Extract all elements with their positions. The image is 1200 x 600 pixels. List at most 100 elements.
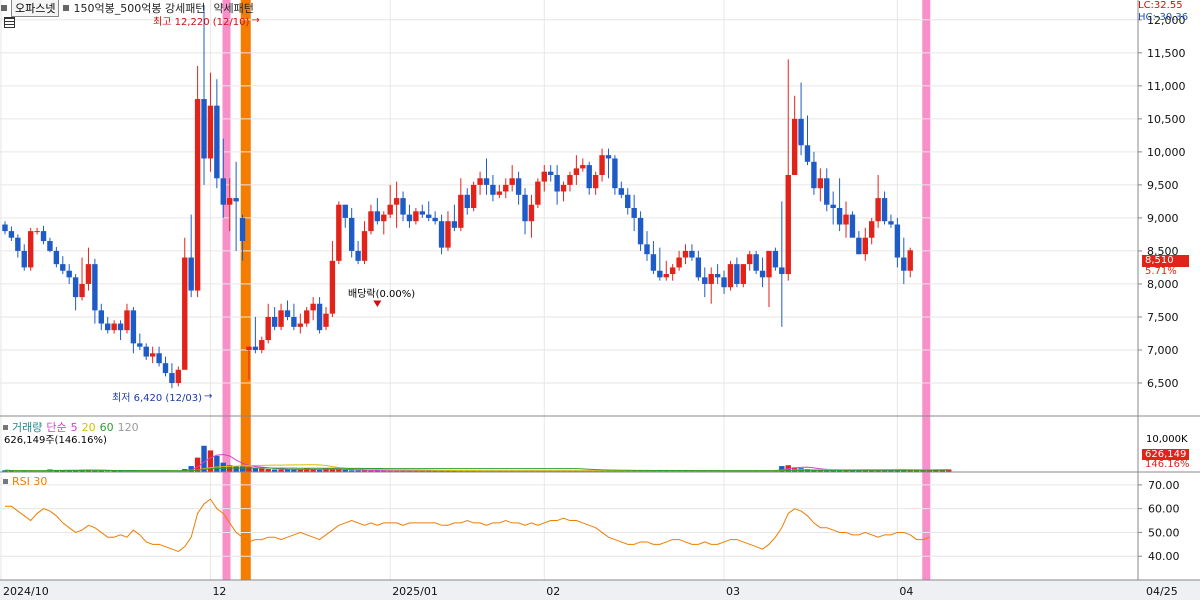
candle-body-136 — [875, 198, 881, 222]
candle-body-71 — [458, 194, 464, 228]
hc-value: HC:-30.36 — [1138, 12, 1189, 23]
candle-body-9 — [60, 264, 66, 271]
volume-bar-33 — [214, 455, 220, 472]
price-tick-label: 10,000 — [1147, 146, 1186, 159]
price-tick-label: 11,500 — [1147, 47, 1186, 60]
arrow-right-icon: → — [251, 15, 260, 26]
candle-body-76 — [490, 184, 496, 195]
candle-body-140 — [901, 257, 907, 271]
candle-body-84 — [541, 171, 547, 182]
price-tick-label: 11,000 — [1147, 80, 1186, 93]
candle-body-3 — [21, 250, 27, 268]
candle-body-132 — [849, 214, 856, 238]
candle-body-74 — [477, 178, 483, 185]
x-tick-label: 12 — [212, 585, 226, 598]
candle-body-0 — [2, 224, 8, 232]
price-tick-label: 9,500 — [1147, 179, 1179, 192]
grid-toggle-icon[interactable] — [4, 17, 15, 28]
candle-body-56 — [361, 231, 368, 261]
candle-body-123 — [791, 118, 798, 175]
candle-body-124 — [798, 118, 804, 146]
candle-body-127 — [817, 178, 824, 189]
candle-body-72 — [464, 194, 470, 208]
candle-body-49 — [316, 303, 323, 331]
candle-body-100 — [644, 244, 650, 255]
candle-body-8 — [53, 250, 60, 265]
price-tick-label: 7,500 — [1147, 311, 1179, 324]
stock-chart[interactable]: 6,5007,0007,5008,0008,5009,0009,50010,00… — [0, 0, 1200, 600]
candle-body-141 — [907, 250, 913, 271]
candle-body-117 — [753, 254, 759, 271]
candle-body-113 — [727, 264, 734, 288]
candle-body-89 — [573, 168, 580, 175]
candle-body-107 — [689, 250, 695, 258]
candle-body-1 — [8, 231, 15, 238]
candle-body-64 — [413, 211, 419, 222]
price-tick-label: 6,500 — [1147, 377, 1179, 390]
lc-value: LC:32.55 — [1138, 0, 1183, 11]
candle-body-52 — [336, 204, 342, 261]
stock-name-tab[interactable]: 오파스넷 — [11, 0, 60, 17]
candle-body-62 — [400, 198, 406, 215]
candle-body-24 — [156, 353, 162, 364]
candle-body-139 — [894, 224, 901, 258]
candle-body-70 — [451, 221, 458, 228]
candle-body-18 — [117, 323, 124, 331]
volume-bar-40 — [259, 468, 265, 472]
candle-body-63 — [406, 214, 413, 222]
candle-body-110 — [708, 274, 714, 284]
candle-body-42 — [271, 316, 278, 327]
volume-axis-label: 10,000K — [1146, 434, 1188, 445]
x-axis-background — [0, 580, 1200, 600]
dividend-annotation: 배당락(0.00%) — [348, 289, 416, 300]
candle-body-101 — [650, 254, 657, 271]
candle-body-26 — [169, 373, 175, 383]
candle-body-134 — [862, 237, 868, 255]
candle-body-77 — [496, 191, 503, 195]
candle-body-87 — [560, 184, 567, 192]
candle-body-15 — [98, 310, 104, 324]
candle-body-116 — [747, 254, 753, 265]
rsi-title[interactable]: RSI 30 — [12, 475, 47, 488]
candle-body-29 — [188, 257, 194, 291]
candle-body-99 — [637, 217, 644, 245]
candle-body-93 — [599, 155, 605, 175]
candle-body-120 — [772, 250, 779, 268]
candle-body-69 — [445, 221, 451, 248]
candle-body-98 — [631, 208, 637, 218]
candle-body-40 — [259, 340, 265, 350]
tab-indicator-icon-2 — [63, 5, 70, 11]
candle-body-133 — [856, 237, 862, 255]
highlight-band-1 — [240, 0, 251, 580]
candle-body-43 — [278, 310, 284, 327]
candle-body-121 — [779, 267, 785, 275]
candle-body-45 — [291, 316, 297, 327]
ma-period-120: 120 — [117, 420, 139, 434]
candle-body-137 — [881, 198, 888, 222]
candle-body-47 — [304, 310, 310, 324]
candle-body-78 — [503, 184, 509, 192]
candle-body-60 — [387, 204, 393, 215]
candle-body-4 — [27, 231, 34, 268]
x-tick-label: 2024/10 — [3, 585, 49, 598]
volume-bar-37 — [239, 466, 246, 472]
candle-body-25 — [162, 363, 169, 374]
candle-body-17 — [111, 323, 117, 331]
lc-hc-readout: LC:32.55 HC:-30.36 — [1138, 0, 1188, 24]
rsi-header: RSI 30 — [3, 475, 47, 488]
volume-bar-34 — [220, 462, 226, 472]
candle-body-5 — [34, 231, 40, 233]
rsi-tick-label: 70.00 — [1148, 479, 1180, 492]
candle-body-115 — [740, 264, 746, 284]
candle-body-39 — [252, 346, 259, 350]
x-tick-label: 03 — [726, 585, 740, 598]
x-tick-label: 04 — [899, 585, 913, 598]
candle-body-38 — [246, 346, 252, 350]
candle-body-20 — [130, 310, 137, 344]
candle-body-48 — [310, 303, 316, 311]
candle-body-73 — [470, 184, 477, 208]
candle-body-61 — [393, 198, 400, 205]
candle-body-92 — [592, 174, 599, 189]
volume-value-text: 626,149주(146.16%) — [4, 435, 107, 446]
x-tick-label: 2025/01 — [392, 585, 438, 598]
